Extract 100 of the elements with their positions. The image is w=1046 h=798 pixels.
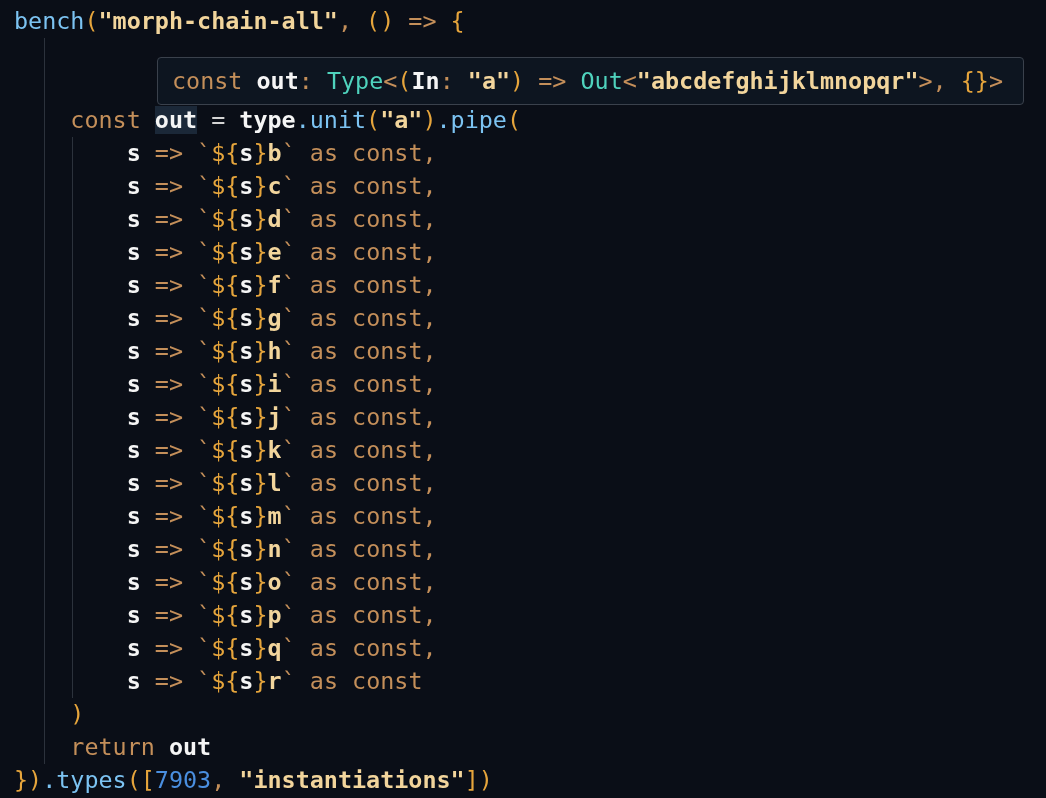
bracket: }): [14, 766, 43, 794]
bracket: }: [253, 139, 268, 167]
string-literal: b: [267, 139, 282, 167]
string-literal: "morph-chain-all": [98, 7, 338, 35]
keyword: as const,: [308, 139, 437, 167]
punctuation: `: [281, 502, 296, 530]
keyword: =>: [153, 667, 184, 695]
identifier: out: [168, 733, 212, 761]
bracket: }: [253, 634, 268, 662]
keyword: as const,: [308, 601, 437, 629]
punctuation: `: [197, 634, 212, 662]
punctuation: <: [622, 67, 637, 95]
string-literal: h: [267, 337, 282, 365]
string-literal: c: [267, 172, 282, 200]
identifier: s: [239, 370, 254, 398]
string-literal: "a": [467, 67, 511, 95]
string-literal: d: [267, 205, 282, 233]
identifier: s: [239, 403, 254, 431]
bracket: ): [70, 700, 85, 728]
keyword: =>: [153, 502, 184, 530]
punctuation: `: [197, 436, 212, 464]
identifier: s: [126, 304, 141, 332]
string-literal: "a": [380, 106, 423, 134]
punctuation: `: [197, 139, 212, 167]
bracket: }: [253, 667, 268, 695]
identifier: s: [126, 634, 141, 662]
bracket: (): [366, 7, 395, 35]
punctuation: `: [197, 205, 212, 233]
keyword: =>: [153, 436, 184, 464]
identifier: s: [239, 436, 254, 464]
identifier: s: [126, 172, 141, 200]
punctuation: `: [197, 304, 212, 332]
punctuation: `: [197, 535, 212, 563]
bracket: ): [510, 67, 525, 95]
identifier: s: [239, 139, 254, 167]
punctuation: `: [197, 337, 212, 365]
punctuation: `: [281, 139, 296, 167]
punctuation: `: [197, 271, 212, 299]
keyword: =>: [407, 7, 438, 35]
bracket: }: [253, 205, 268, 233]
identifier: s: [239, 535, 254, 563]
punctuation: `: [281, 172, 296, 200]
operator: =: [210, 106, 227, 134]
number-literal: 7903: [154, 766, 212, 794]
bracket: ${: [211, 370, 240, 398]
identifier: s: [126, 205, 141, 233]
bracket: }: [253, 436, 268, 464]
bracket: ${: [211, 205, 240, 233]
identifier: s: [239, 337, 254, 365]
identifier: s: [126, 469, 141, 497]
bracket: ([: [126, 766, 155, 794]
keyword: =>: [153, 370, 184, 398]
keyword: =>: [153, 304, 184, 332]
keyword: as const,: [308, 403, 437, 431]
identifier: s: [126, 271, 141, 299]
identifier: s: [126, 568, 141, 596]
function-name: bench: [14, 7, 85, 35]
punctuation: `: [197, 238, 212, 266]
keyword: const: [172, 67, 244, 95]
keyword: =>: [153, 634, 184, 662]
string-literal: e: [267, 238, 282, 266]
keyword: as const,: [308, 535, 437, 563]
bracket: ${: [211, 139, 240, 167]
punctuation: `: [197, 403, 212, 431]
punctuation: `: [281, 436, 296, 464]
bracket: ${: [211, 436, 240, 464]
bracket: ${: [211, 271, 240, 299]
keyword: as const,: [308, 502, 437, 530]
bracket: }: [253, 304, 268, 332]
string-literal: n: [267, 535, 282, 563]
keyword: as const: [308, 667, 423, 695]
punctuation: `: [197, 469, 212, 497]
keyword: =>: [153, 535, 184, 563]
bracket: }: [253, 403, 268, 431]
punctuation: `: [197, 667, 212, 695]
bracket: {: [450, 7, 465, 35]
keyword: =>: [153, 139, 184, 167]
string-literal: "instantiations": [239, 766, 465, 794]
bracket: }: [253, 271, 268, 299]
identifier: s: [126, 535, 141, 563]
keyword: =>: [153, 601, 184, 629]
punctuation: :: [298, 67, 314, 95]
type-name: Type: [326, 67, 384, 95]
punctuation: <: [383, 67, 398, 95]
punctuation: `: [281, 535, 296, 563]
keyword: =>: [153, 271, 184, 299]
string-literal: i: [267, 370, 282, 398]
identifier: s: [239, 634, 254, 662]
identifier: s: [239, 205, 254, 233]
keyword: =>: [153, 172, 184, 200]
keyword: =>: [153, 238, 184, 266]
punctuation: `: [281, 238, 296, 266]
punctuation: `: [281, 601, 296, 629]
keyword: as const,: [308, 436, 437, 464]
identifier: s: [239, 304, 254, 332]
punctuation: :: [439, 67, 455, 95]
keyword: as const,: [308, 172, 437, 200]
string-literal: "abcdefghijklmnopqr": [636, 67, 919, 95]
identifier: out: [256, 67, 299, 95]
punctuation: `: [281, 337, 296, 365]
